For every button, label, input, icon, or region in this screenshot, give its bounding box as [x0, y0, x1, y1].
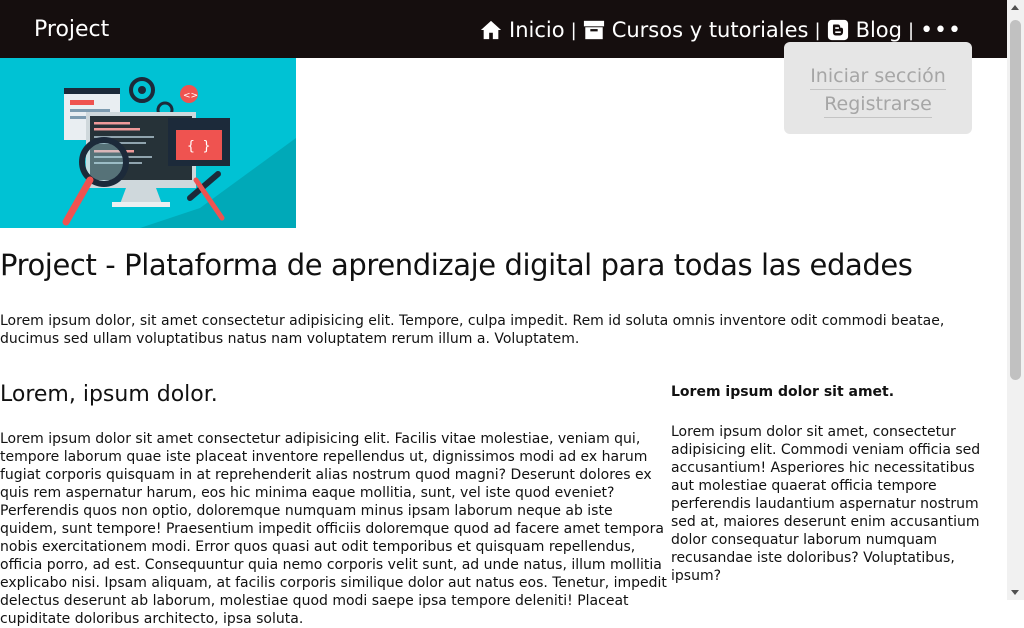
- archive-box-icon: [583, 20, 604, 40]
- hero-illustration: <> { }: [0, 58, 296, 228]
- nav-label-blog: Blog: [855, 18, 902, 42]
- scroll-up-arrow-icon[interactable]: [1011, 5, 1019, 10]
- aside-paragraph: Lorem ipsum dolor sit amet, consectetur …: [671, 424, 981, 584]
- nav-separator: |: [814, 19, 821, 41]
- brand-logo-text[interactable]: Project: [34, 16, 109, 44]
- nav-separator: |: [570, 19, 577, 41]
- nav-item-blog[interactable]: Blog: [827, 18, 902, 42]
- scrollbar-thumb[interactable]: [1010, 20, 1021, 380]
- svg-text:<>: <>: [183, 91, 198, 101]
- nav-label-cursos: Cursos y tutoriales: [611, 18, 809, 42]
- page-scrollbar[interactable]: [1007, 0, 1024, 600]
- nav-separator: |: [907, 19, 915, 41]
- scroll-down-arrow-icon[interactable]: [1011, 590, 1019, 595]
- section-heading: Lorem, ipsum dolor.: [0, 382, 218, 407]
- nav-item-inicio[interactable]: Inicio: [480, 18, 565, 42]
- more-dots-icon[interactable]: •••: [920, 18, 962, 43]
- nav-item-cursos[interactable]: Cursos y tutoriales: [583, 18, 809, 42]
- account-dropdown: Iniciar sección Registrarse: [784, 42, 972, 134]
- intro-paragraph: Lorem ipsum dolor, sit amet consectetur …: [0, 313, 945, 347]
- login-link[interactable]: Iniciar sección: [810, 64, 946, 90]
- aside-heading: Lorem ipsum dolor sit amet.: [671, 384, 895, 400]
- nav-label-inicio: Inicio: [509, 18, 565, 42]
- main-nav: Inicio | Cursos y tutoriales | Blog | ••…: [480, 15, 962, 45]
- blogger-icon: [827, 19, 848, 41]
- page-title: Project - Plataforma de aprendizaje digi…: [0, 248, 913, 282]
- register-link[interactable]: Registrarse: [824, 92, 932, 118]
- home-icon: [480, 20, 502, 40]
- svg-text:{ }: { }: [187, 139, 210, 154]
- computer-illustration-image: <> { }: [0, 58, 296, 228]
- section-paragraph: Lorem ipsum dolor sit amet consectetur a…: [0, 431, 667, 627]
